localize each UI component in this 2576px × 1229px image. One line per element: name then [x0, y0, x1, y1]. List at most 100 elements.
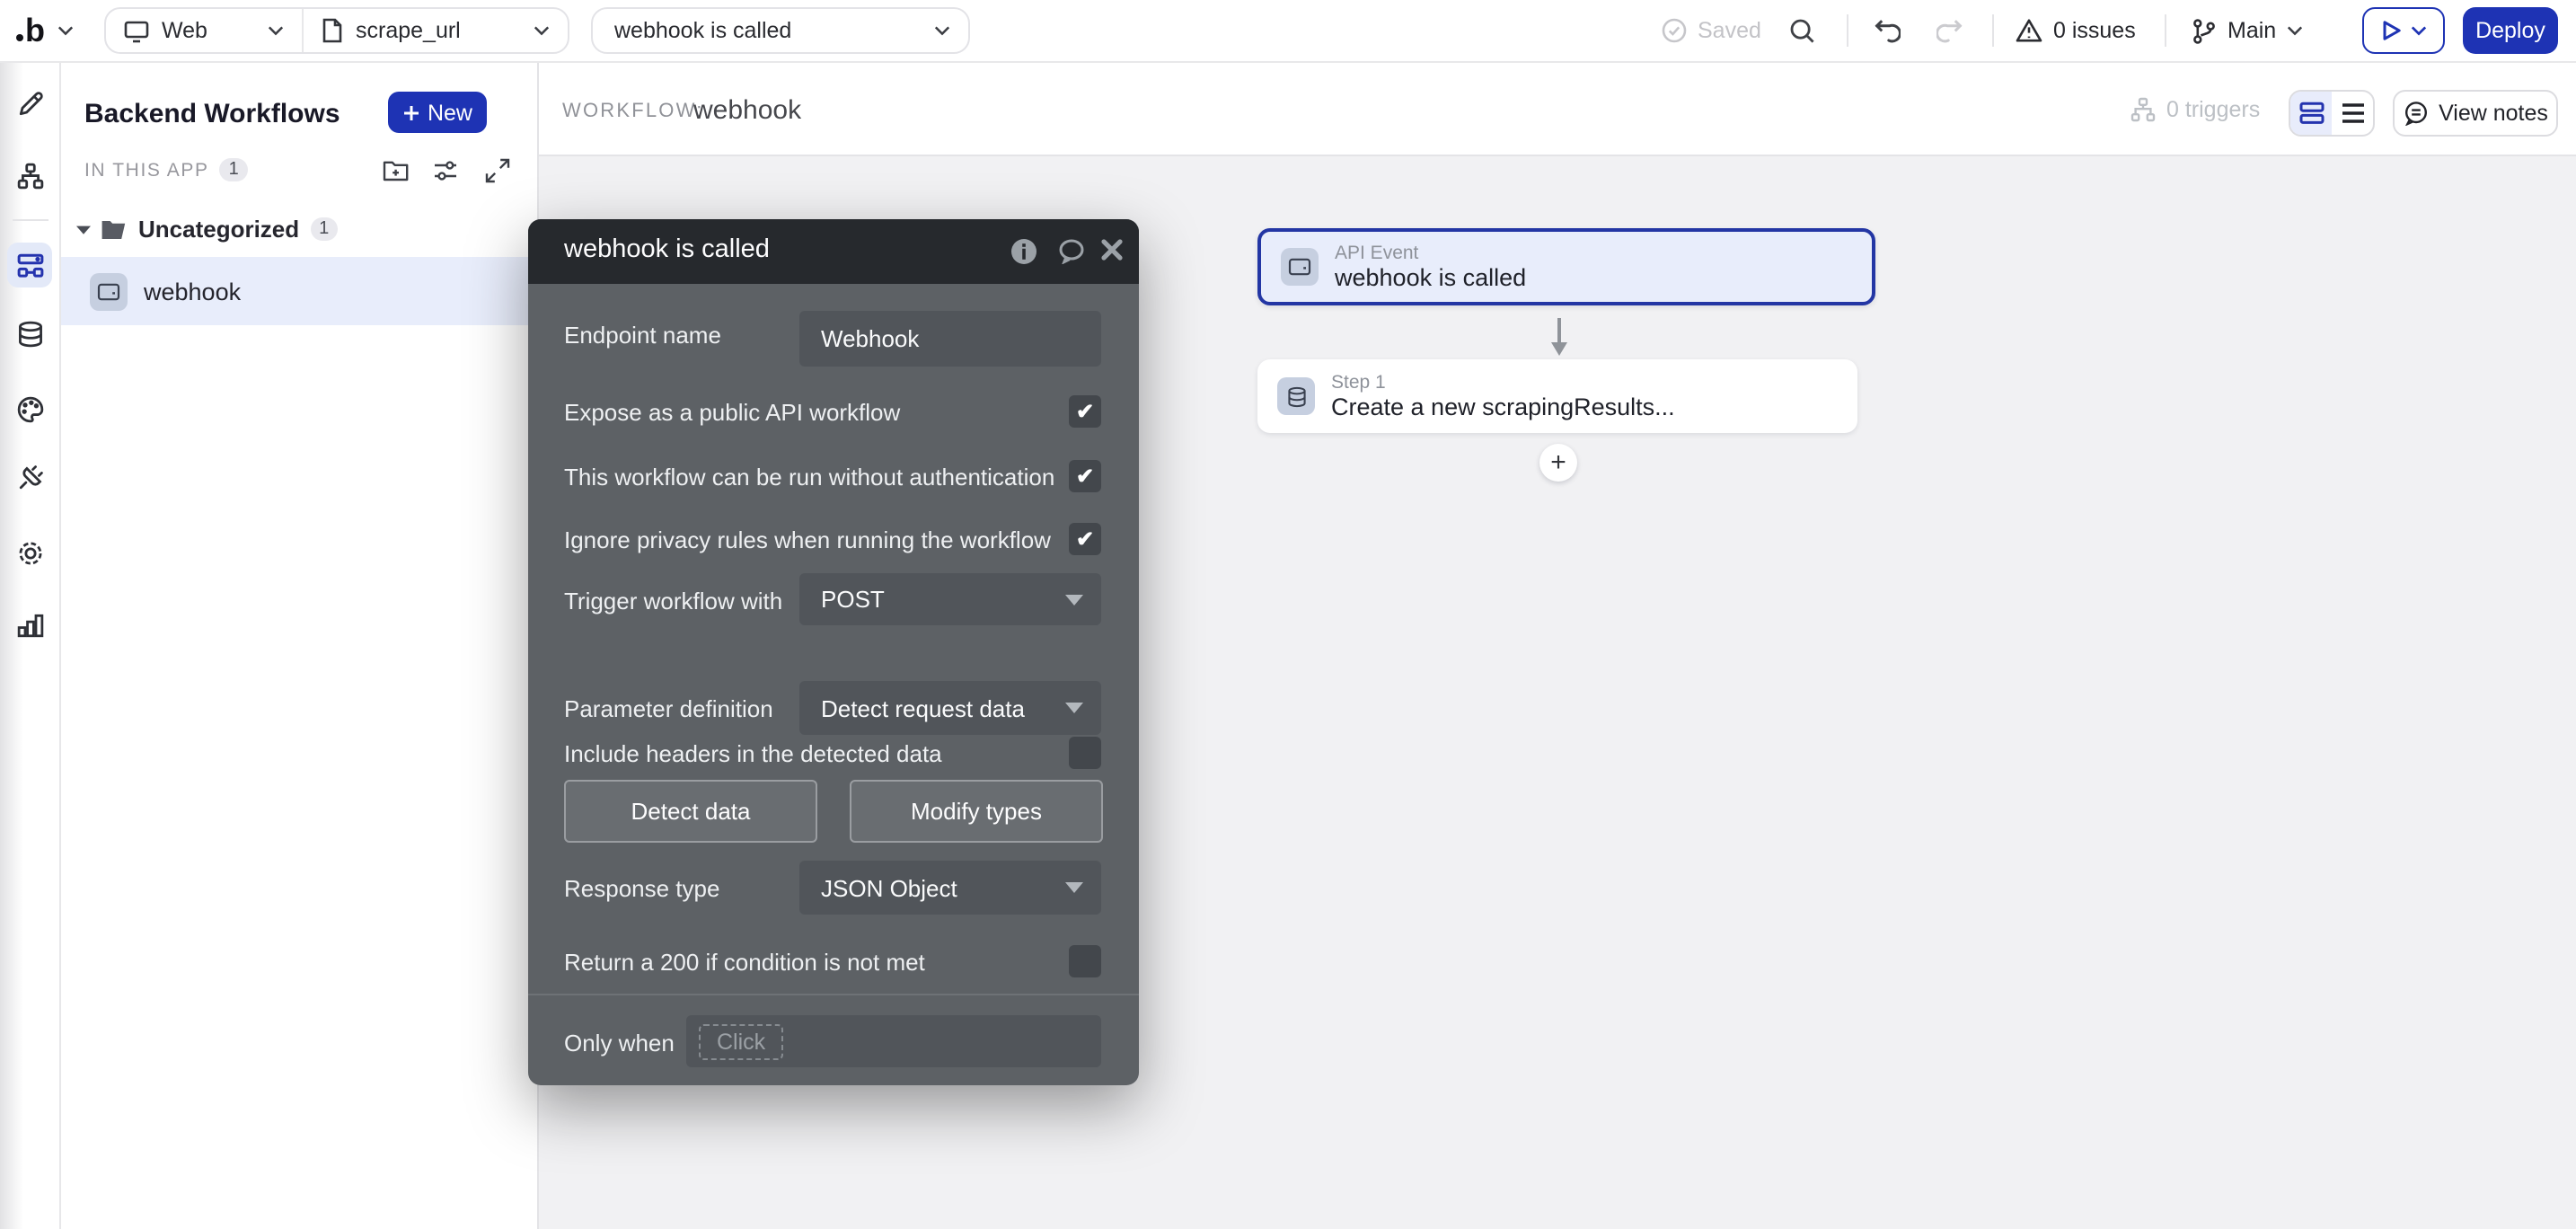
bubble-logo-letter: b [25, 12, 45, 49]
app-window: b Web scrape_url [0, 0, 2576, 1229]
nav-settings-gear-icon[interactable] [16, 540, 43, 567]
list-view-button[interactable] [2332, 92, 2373, 135]
preview-run-button[interactable] [2362, 7, 2445, 54]
close-icon[interactable] [1101, 239, 1123, 261]
modify-types-button[interactable]: Modify types [850, 780, 1103, 843]
folder-row-uncategorized[interactable]: Uncategorized 1 [61, 216, 537, 243]
nav-plugins-plug-icon[interactable] [16, 464, 43, 491]
deploy-button[interactable]: Deploy [2463, 7, 2558, 54]
modal-header[interactable]: webhook is called [528, 219, 1139, 284]
folder-count-badge: 1 [310, 217, 338, 241]
filter-settings-button[interactable] [433, 158, 460, 183]
parameter-definition-dropdown[interactable]: Detect request data [799, 681, 1101, 735]
play-icon [2381, 20, 2401, 41]
page-dropdown[interactable]: scrape_url [302, 9, 568, 52]
branch-label: Main [2228, 18, 2276, 43]
search-button[interactable] [1789, 0, 1816, 61]
new-folder-button[interactable] [383, 158, 410, 183]
bubble-logo-icon [16, 33, 23, 40]
nav-logs-chart-icon[interactable] [16, 612, 43, 639]
no-auth-checkbox[interactable] [1069, 460, 1101, 492]
git-branch-icon [2192, 17, 2217, 44]
nav-data-database-icon[interactable] [16, 321, 43, 348]
no-auth-label: This workflow can be run without authent… [564, 464, 1054, 491]
workflow-node-api-event[interactable]: API Event webhook is called [1257, 228, 1875, 305]
add-step-button[interactable]: + [1539, 444, 1577, 482]
undo-button[interactable] [1874, 0, 1901, 61]
node-title: webhook is called [1335, 264, 1526, 292]
nav-backend-workflows-icon[interactable] [16, 252, 43, 279]
triggers-label: 0 triggers [2166, 97, 2260, 122]
branch-dropdown[interactable]: Main [2192, 0, 2303, 61]
section-count-badge: 1 [220, 158, 248, 181]
trigger-with-label: Trigger workflow with [564, 588, 782, 614]
stacked-cards-icon [2298, 101, 2324, 126]
only-when-placeholder: Click [699, 1023, 783, 1059]
event-properties-modal: webhook is called Endpoint name Webhook … [528, 219, 1139, 1085]
response-type-label: Response type [564, 875, 719, 902]
saved-check-circle-icon [1662, 18, 1687, 43]
plus-icon [402, 103, 420, 121]
hamburger-list-icon [2340, 102, 2365, 124]
nav-design-pencil-icon[interactable] [16, 91, 43, 118]
workflow-node-step-1[interactable]: Step 1 Create a new scrapingResults... [1257, 359, 1857, 433]
nav-pages-sitemap-icon[interactable] [16, 163, 43, 190]
ignore-privacy-checkbox[interactable] [1069, 523, 1101, 555]
include-headers-label: Include headers in the detected data [564, 740, 942, 767]
dropdown-triangle-icon [1065, 882, 1083, 893]
parameter-definition-value: Detect request data [821, 694, 1025, 721]
new-workflow-label: New [428, 100, 472, 125]
expose-api-checkbox[interactable] [1069, 395, 1101, 428]
chevron-down-icon [2287, 25, 2303, 36]
workflow-item-label: webhook [144, 278, 241, 305]
chevron-down-icon [508, 25, 550, 36]
platform-dropdown[interactable]: Web [106, 9, 302, 52]
include-headers-checkbox[interactable] [1069, 737, 1101, 769]
trigger-method-value: POST [821, 586, 885, 613]
only-when-input[interactable]: Click [686, 1015, 1101, 1067]
workflow-selector-dropdown[interactable]: webhook is called [591, 7, 970, 54]
context-switcher: Web scrape_url [104, 7, 569, 54]
view-notes-button[interactable]: View notes [2393, 90, 2558, 137]
parameter-definition-label: Parameter definition [564, 695, 773, 722]
folder-plus-icon [383, 158, 410, 183]
workflow-list-item-webhook[interactable]: webhook [61, 257, 539, 325]
nav-styles-palette-icon[interactable] [16, 396, 43, 423]
detect-data-button[interactable]: Detect data [564, 780, 817, 843]
triggers-count: 0 triggers [2130, 97, 2260, 122]
return-200-checkbox[interactable] [1069, 945, 1101, 977]
warning-triangle-icon [2016, 18, 2042, 43]
endpoint-name-input[interactable]: Webhook [799, 311, 1101, 367]
comment-bubble-icon[interactable] [1058, 239, 1085, 264]
new-workflow-button[interactable]: New [388, 92, 487, 133]
endpoint-name-value: Webhook [821, 325, 919, 352]
top-toolbar: b Web scrape_url [0, 0, 2576, 63]
caret-down-icon[interactable] [75, 224, 92, 234]
canvas-header: WORKFLOW: webhook 0 triggers View notes [539, 61, 2576, 156]
main-nav-iconbar [0, 61, 61, 1229]
issues-button[interactable]: 0 issues [2016, 0, 2136, 61]
response-type-dropdown[interactable]: JSON Object [799, 861, 1101, 915]
expand-panel-button[interactable] [485, 158, 510, 183]
modal-divider [528, 994, 1139, 995]
save-status: Saved [1662, 0, 1761, 61]
redo-icon [1936, 18, 1963, 43]
note-bubble-icon [2403, 101, 2428, 126]
database-step-icon [1277, 377, 1315, 415]
section-label: IN THIS APP [84, 159, 209, 181]
toolbar-divider [1992, 14, 1994, 47]
node-kind-label: API Event [1335, 242, 1526, 263]
page-file-icon [322, 18, 343, 43]
triggers-sitemap-icon [2130, 97, 2156, 122]
backend-workflows-panel: Backend Workflows New IN THIS APP 1 Unca… [61, 61, 539, 1229]
trigger-method-dropdown[interactable]: POST [799, 573, 1101, 625]
card-view-button[interactable] [2290, 92, 2332, 135]
undo-icon [1874, 18, 1901, 43]
node-title: Create a new scrapingResults... [1331, 393, 1675, 421]
folder-icon [101, 218, 128, 240]
view-notes-label: View notes [2439, 101, 2548, 126]
info-icon[interactable] [1011, 239, 1037, 264]
page-label: scrape_url [356, 18, 461, 43]
redo-button[interactable] [1936, 0, 1963, 61]
bubble-logo-menu[interactable]: b [16, 0, 74, 61]
